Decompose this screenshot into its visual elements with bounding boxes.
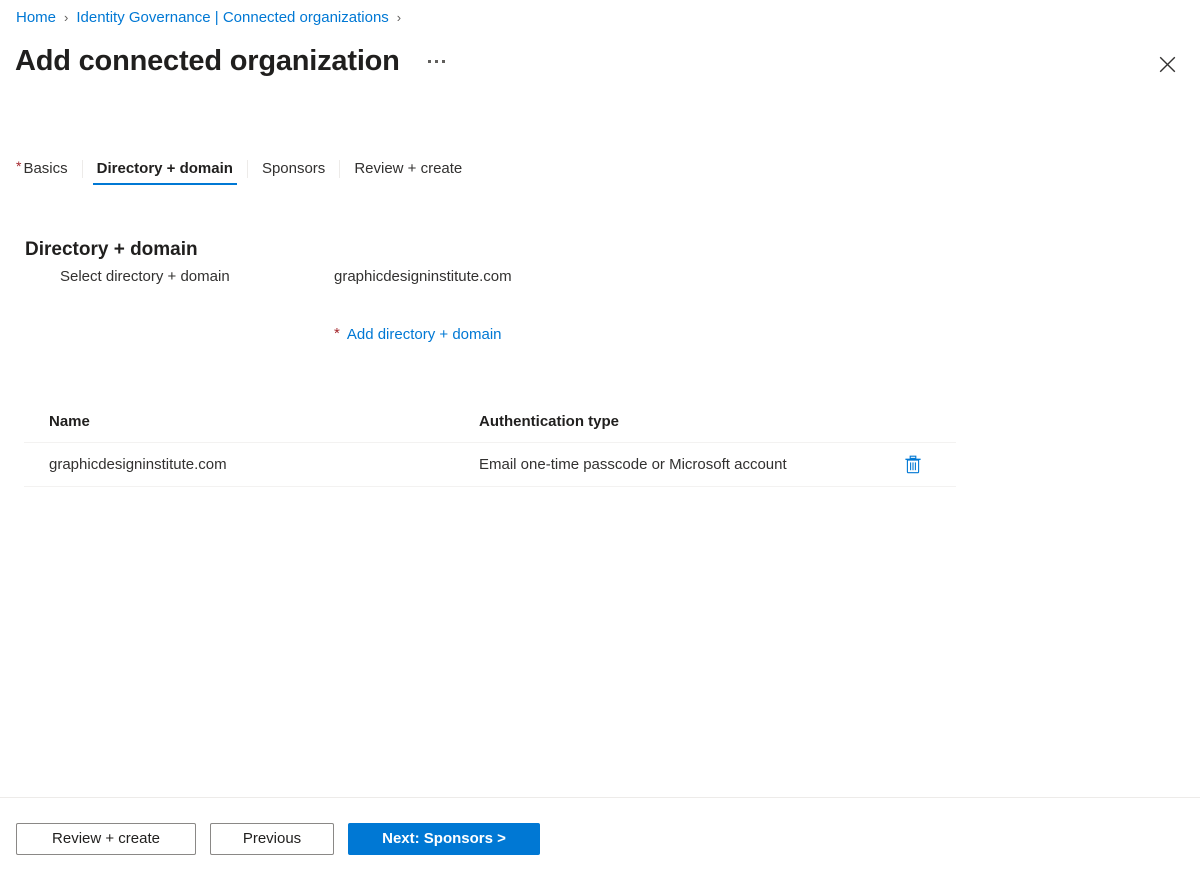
tab-sponsors[interactable]: Sponsors [248, 152, 339, 185]
cell-authentication-type: Email one-time passcode or Microsoft acc… [479, 456, 787, 473]
tab-review-create[interactable]: Review + create [340, 152, 476, 185]
add-directory-domain-link[interactable]: Add directory + domain [347, 325, 502, 345]
ellipsis-dot [442, 59, 446, 63]
select-directory-domain-label: Select directory + domain [60, 268, 230, 285]
directory-domain-table: Name Authentication type graphicdesignin… [24, 400, 956, 487]
column-header-name: Name [49, 412, 90, 430]
tab-review-create-label: Review + create [354, 160, 463, 177]
previous-button[interactable]: Previous [210, 822, 334, 855]
chevron-right-icon: › [64, 10, 69, 25]
close-icon[interactable] [1151, 48, 1183, 80]
tab-basics-label: Basics [23, 160, 68, 177]
page-title: Add connected organization [15, 45, 400, 77]
cell-name: graphicdesigninstitute.com [49, 456, 227, 473]
breadcrumb-item-home[interactable]: Home [16, 8, 56, 28]
tab-directory-domain-label: Directory + domain [96, 160, 233, 177]
tab-sponsors-label: Sponsors [261, 160, 326, 177]
directory-domain-field-row: Select directory + domain graphicdesigni… [0, 267, 960, 345]
chevron-right-icon: › [396, 10, 402, 25]
ellipsis-icon[interactable] [422, 47, 452, 75]
column-header-authentication-type: Authentication type [479, 412, 620, 430]
review-create-button[interactable]: Review + create [16, 822, 196, 855]
breadcrumb: Home › Identity Governance | Connected o… [16, 8, 409, 28]
wizard-footer: Review + create Previous Next: Sponsors … [0, 797, 1200, 879]
page-header: Add connected organization [15, 41, 452, 81]
table-header-row: Name Authentication type [24, 400, 956, 443]
required-asterisk-icon: * [16, 157, 22, 174]
cell-actions [899, 451, 956, 479]
trash-icon[interactable] [899, 451, 927, 479]
next-sponsors-button[interactable]: Next: Sponsors > [348, 822, 540, 855]
tab-basics[interactable]: * Basics [16, 152, 82, 185]
directory-domain-value-column: graphicdesigninstitute.com * Add directo… [334, 267, 512, 345]
ellipsis-dot [435, 59, 439, 63]
table-row[interactable]: graphicdesigninstitute.com Email one-tim… [24, 443, 956, 487]
ellipsis-dot [428, 59, 432, 63]
wizard-tablist: * Basics Directory + domain Sponsors Revi… [16, 152, 1184, 190]
tab-directory-domain[interactable]: Directory + domain [83, 152, 247, 185]
required-asterisk-icon: * [334, 325, 340, 342]
selected-directory-domain-value: graphicdesigninstitute.com [334, 268, 512, 285]
breadcrumb-item-identity-governance[interactable]: Identity Governance | Connected organiza… [76, 8, 388, 28]
section-heading: Directory + domain [25, 238, 198, 260]
add-directory-domain-row: * Add directory + domain [334, 325, 512, 345]
